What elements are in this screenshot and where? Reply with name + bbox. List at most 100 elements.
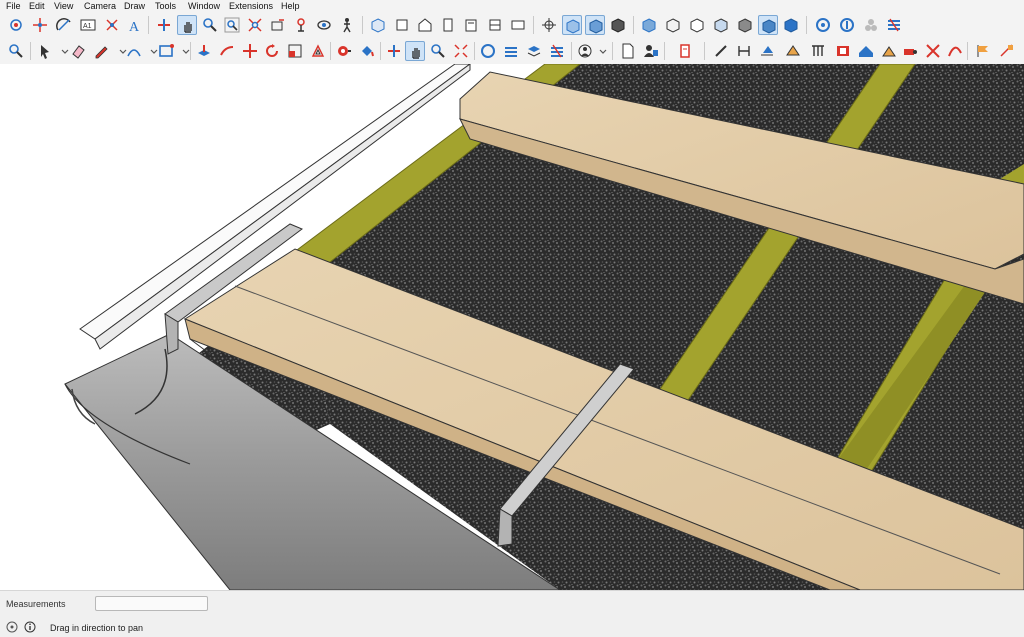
pan-hand-icon[interactable] bbox=[177, 15, 197, 35]
user-account-icon[interactable] bbox=[575, 41, 595, 61]
menu-tools[interactable]: Tools bbox=[155, 1, 176, 11]
model-scene bbox=[64, 64, 1024, 590]
axes-tool-icon[interactable] bbox=[102, 15, 122, 35]
eraser-icon[interactable] bbox=[68, 41, 88, 61]
extension-manager-icon[interactable] bbox=[837, 15, 857, 35]
pencil-icon[interactable] bbox=[91, 41, 111, 61]
style-shaded-textures-icon[interactable] bbox=[639, 15, 659, 35]
window-component-icon[interactable] bbox=[833, 41, 853, 61]
menu-camera[interactable]: Camera bbox=[84, 1, 116, 11]
style-active-icon[interactable] bbox=[758, 15, 778, 35]
sandbox-icon[interactable] bbox=[547, 41, 567, 61]
label-icon[interactable] bbox=[757, 41, 777, 61]
door-icon[interactable] bbox=[879, 41, 899, 61]
menu-extensions[interactable]: Extensions bbox=[229, 1, 273, 11]
position-camera-icon[interactable] bbox=[291, 15, 311, 35]
left-view-icon[interactable] bbox=[485, 15, 505, 35]
style-textured-icon[interactable] bbox=[735, 15, 755, 35]
right-view-icon[interactable] bbox=[438, 15, 458, 35]
framing-icon[interactable] bbox=[808, 41, 828, 61]
layers-icon[interactable] bbox=[501, 41, 521, 61]
move-icon[interactable] bbox=[240, 41, 260, 61]
monochrome-icon[interactable] bbox=[608, 15, 628, 35]
components-icon[interactable] bbox=[861, 15, 881, 35]
status-hint: Drag in direction to pan bbox=[50, 623, 144, 633]
tape-measure-icon[interactable] bbox=[334, 41, 354, 61]
chevron-down-icon[interactable] bbox=[176, 41, 196, 61]
curve-tool-icon[interactable] bbox=[945, 41, 965, 61]
move-tool-icon[interactable] bbox=[30, 15, 50, 35]
protractor-icon[interactable] bbox=[54, 15, 74, 35]
extension-warehouse-icon[interactable] bbox=[813, 15, 833, 35]
front-view-icon[interactable] bbox=[415, 15, 435, 35]
arc-tool-icon[interactable] bbox=[124, 41, 144, 61]
menu-window[interactable]: Window bbox=[188, 1, 220, 11]
menu-bar: File Edit View Camera Draw Tools Window … bbox=[0, 0, 1024, 12]
orbit-icon[interactable] bbox=[6, 15, 26, 35]
walls-icon[interactable] bbox=[783, 41, 803, 61]
toolbar-separator bbox=[30, 42, 31, 60]
hidden-line-icon[interactable] bbox=[562, 15, 582, 35]
marker-icon[interactable] bbox=[997, 41, 1017, 61]
new-document-icon[interactable] bbox=[618, 41, 638, 61]
materials-icon[interactable] bbox=[884, 15, 904, 35]
toolbar-separator bbox=[474, 42, 475, 60]
zoom-extents-icon[interactable] bbox=[245, 15, 265, 35]
3d-text-icon[interactable]: A bbox=[124, 15, 144, 35]
flag-icon[interactable] bbox=[973, 41, 993, 61]
toolbar-separator bbox=[533, 16, 534, 34]
push-pull-icon[interactable] bbox=[194, 41, 214, 61]
chevron-down-icon[interactable] bbox=[593, 41, 613, 61]
tag-icon[interactable] bbox=[675, 41, 695, 61]
svg-text:A: A bbox=[129, 20, 140, 33]
style-mono-icon[interactable] bbox=[781, 15, 801, 35]
zoom-extents-2-icon[interactable] bbox=[451, 41, 471, 61]
geo-location-icon[interactable] bbox=[6, 621, 18, 633]
bottom-view-icon[interactable] bbox=[508, 15, 528, 35]
previous-view-icon[interactable] bbox=[268, 15, 288, 35]
measurements-input[interactable] bbox=[95, 596, 208, 611]
pan-icon[interactable] bbox=[405, 41, 425, 61]
roof-icon[interactable] bbox=[856, 41, 876, 61]
line-tool-icon[interactable] bbox=[711, 41, 731, 61]
rotate-icon[interactable] bbox=[262, 41, 282, 61]
cutter-icon[interactable] bbox=[900, 41, 920, 61]
model-info-icon[interactable] bbox=[641, 41, 661, 61]
rectangle-tool-icon[interactable] bbox=[156, 41, 176, 61]
back-view-icon[interactable] bbox=[461, 15, 481, 35]
menu-view[interactable]: View bbox=[54, 1, 73, 11]
menu-draw[interactable]: Draw bbox=[124, 1, 145, 11]
iso-view-icon[interactable] bbox=[368, 15, 388, 35]
look-around-icon[interactable] bbox=[314, 15, 334, 35]
xray-icon[interactable] bbox=[539, 15, 559, 35]
menu-help[interactable]: Help bbox=[281, 1, 300, 11]
zoom-icon[interactable] bbox=[200, 15, 220, 35]
cross-cut-icon[interactable] bbox=[923, 41, 943, 61]
warehouse-2-icon[interactable] bbox=[478, 41, 498, 61]
zoom-window-icon[interactable] bbox=[222, 15, 242, 35]
select-arrow-icon[interactable] bbox=[35, 41, 55, 61]
section-plane-icon[interactable] bbox=[154, 15, 174, 35]
style-wireframe-icon[interactable] bbox=[663, 15, 683, 35]
toolbar-separator bbox=[612, 42, 613, 60]
stack-icon[interactable] bbox=[524, 41, 544, 61]
text-tool-icon[interactable]: A1 bbox=[78, 15, 98, 35]
search-icon[interactable] bbox=[6, 41, 26, 61]
scale-icon[interactable] bbox=[285, 41, 305, 61]
follow-me-icon[interactable] bbox=[217, 41, 237, 61]
toolbar-separator bbox=[633, 16, 634, 34]
paint-bucket-icon[interactable] bbox=[357, 41, 377, 61]
offset-icon[interactable] bbox=[308, 41, 328, 61]
style-hidden-icon[interactable] bbox=[687, 15, 707, 35]
shaded-icon[interactable] bbox=[585, 15, 605, 35]
orbit-2-icon[interactable] bbox=[384, 41, 404, 61]
walk-icon[interactable] bbox=[337, 15, 357, 35]
menu-file[interactable]: File bbox=[6, 1, 21, 11]
3d-viewport[interactable] bbox=[0, 64, 1024, 590]
info-icon[interactable] bbox=[24, 621, 36, 633]
style-shaded-icon[interactable] bbox=[711, 15, 731, 35]
menu-edit[interactable]: Edit bbox=[29, 1, 45, 11]
top-view-icon[interactable] bbox=[392, 15, 412, 35]
zoom-2-icon[interactable] bbox=[428, 41, 448, 61]
dimension-icon[interactable] bbox=[734, 41, 754, 61]
